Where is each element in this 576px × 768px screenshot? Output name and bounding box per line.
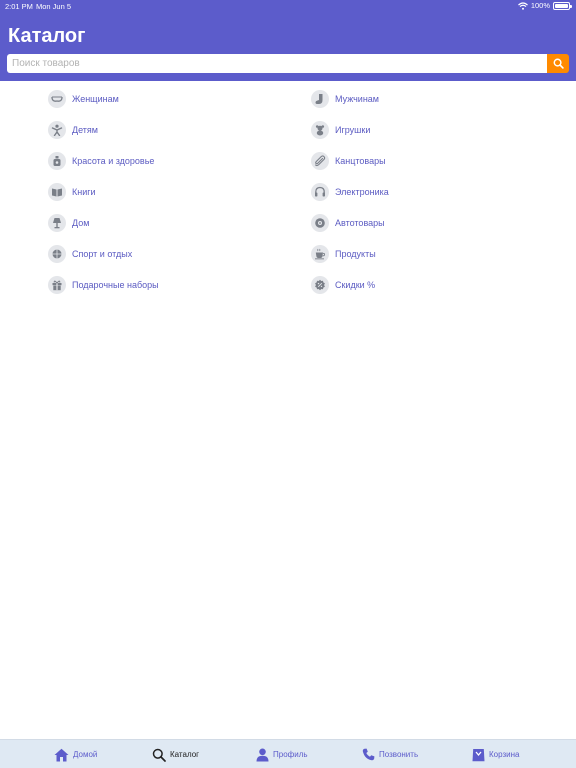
coffee-cup-icon [311, 245, 329, 263]
status-date: Mon Jun 5 [36, 2, 72, 11]
status-right: 100% [517, 1, 572, 10]
category-label: Электроника [335, 187, 389, 197]
tab-profile[interactable]: Профиль [256, 740, 308, 768]
book-icon [48, 183, 66, 201]
ball-icon [48, 245, 66, 263]
category-label: Женщинам [72, 94, 119, 104]
category-stationery[interactable]: Канцтовары [311, 151, 386, 171]
child-icon [48, 121, 66, 139]
category-home[interactable]: Дом [48, 213, 89, 233]
tab-home[interactable]: Домой [54, 740, 97, 768]
tab-label: Позвонить [379, 750, 419, 759]
category-books[interactable]: Книги [48, 182, 96, 202]
sock-icon [311, 90, 329, 108]
page-title: Каталог [8, 25, 86, 47]
tab-label: Профиль [273, 750, 308, 759]
category-auto[interactable]: Автотовары [311, 213, 385, 233]
phone-icon [362, 748, 375, 761]
category-discounts[interactable]: Скидки % [311, 275, 375, 295]
perfume-icon [48, 152, 66, 170]
category-label: Дом [72, 218, 90, 228]
status-bar: 2:01 PM Mon Jun 5 100% [0, 0, 576, 12]
category-label: Продукты [335, 249, 376, 259]
search-icon [152, 748, 166, 762]
discount-icon [311, 276, 329, 294]
person-icon [256, 748, 269, 761]
category-label: Детям [72, 125, 98, 135]
teddy-bear-icon [311, 121, 329, 139]
header: 2:01 PM Mon Jun 5 100% Каталог [0, 0, 576, 81]
category-label: Скидки % [335, 280, 376, 290]
tab-call[interactable]: Позвонить [362, 740, 418, 768]
tab-cart[interactable]: Корзина [472, 740, 519, 768]
gift-icon [48, 276, 66, 294]
battery-icon [553, 1, 572, 10]
category-label: Подарочные наборы [72, 280, 159, 290]
category-label: Красота и здоровье [72, 156, 155, 166]
search-input[interactable] [7, 54, 547, 73]
tab-catalog[interactable]: Каталог [152, 740, 199, 768]
bra-icon [48, 90, 66, 108]
search-icon [553, 58, 564, 69]
category-electronics[interactable]: Электроника [311, 182, 389, 202]
shopping-bag-icon [472, 748, 485, 761]
wheel-icon [311, 214, 329, 232]
category-sport[interactable]: Спорт и отдых [48, 244, 132, 264]
headphones-icon [311, 183, 329, 201]
app-root: 2:01 PM Mon Jun 5 100% Каталог Поиск тов… [0, 0, 576, 768]
category-kids[interactable]: Детям [48, 120, 98, 140]
category-women[interactable]: Женщинам [48, 89, 119, 109]
category-food[interactable]: Продукты [311, 244, 376, 264]
battery-percent: 100% [530, 1, 550, 10]
category-beauty-health[interactable]: Красота и здоровье [48, 151, 154, 171]
tab-label: Каталог [170, 750, 200, 759]
category-gift-sets[interactable]: Подарочные наборы [48, 275, 159, 295]
category-label: Мужчинам [335, 94, 379, 104]
category-men[interactable]: Мужчинам [311, 89, 379, 109]
lamp-icon [48, 214, 66, 232]
home-icon [54, 748, 69, 761]
status-time: 2:01 PM [5, 2, 33, 11]
category-label: Канцтовары [335, 156, 386, 166]
search-button[interactable] [547, 54, 569, 73]
category-label: Автотовары [335, 218, 385, 228]
category-label: Игрушки [335, 125, 371, 135]
wifi-icon [517, 1, 528, 10]
tab-label: Корзина [489, 750, 520, 759]
category-label: Книги [72, 187, 96, 197]
tab-bar: Домой Каталог Профиль Позвонить Корзина [0, 739, 576, 768]
category-label: Спорт и отдых [72, 249, 133, 259]
tab-label: Домой [73, 750, 98, 759]
paperclip-icon [311, 152, 329, 170]
category-toys[interactable]: Игрушки [311, 120, 370, 140]
